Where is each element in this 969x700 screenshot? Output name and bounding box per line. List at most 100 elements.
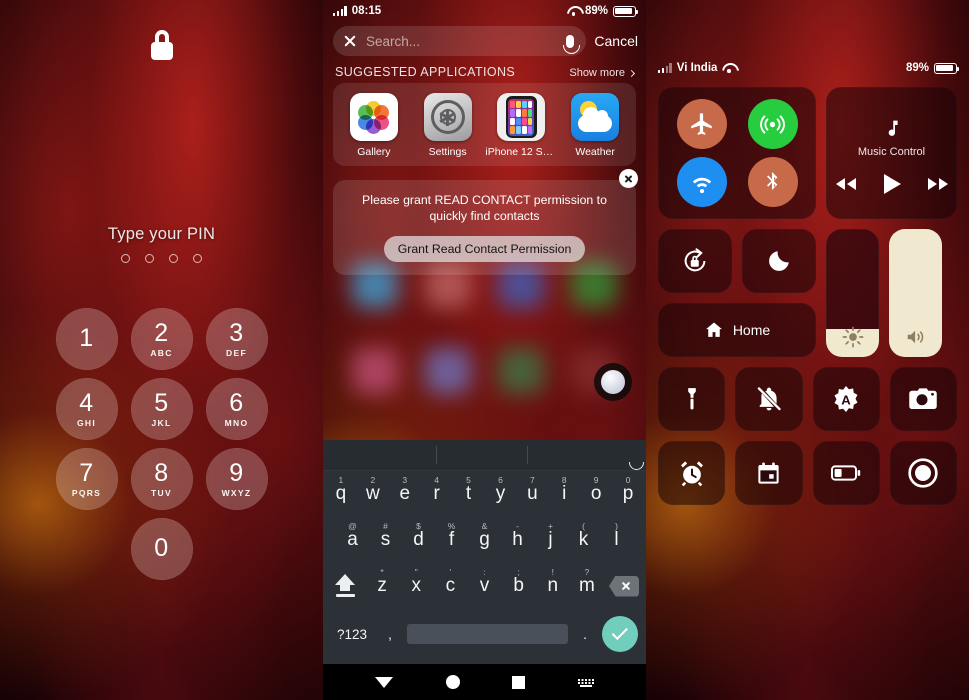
comma-key[interactable]: , <box>377 627 403 642</box>
key-q[interactable]: 1q <box>325 475 357 512</box>
app-item-gallery[interactable]: Gallery <box>337 93 411 158</box>
key-alt: ) <box>615 521 618 531</box>
auto-brightness-toggle[interactable]: A <box>812 367 880 431</box>
status-time: 08:15 <box>351 5 382 17</box>
mobile-data-toggle[interactable] <box>747 99 798 149</box>
show-more-button[interactable]: Show more <box>569 67 636 79</box>
pin-dots <box>0 254 323 263</box>
keypad-key-9[interactable]: 9 WXYZ <box>205 448 268 510</box>
cancel-button[interactable]: Cancel <box>594 33 638 49</box>
fast-forward-icon[interactable] <box>926 176 950 192</box>
key-u[interactable]: 7u <box>516 475 548 512</box>
microphone-icon[interactable] <box>632 448 634 466</box>
wifi-toggle[interactable] <box>676 157 727 207</box>
key-m[interactable]: ? m <box>570 567 604 604</box>
nav-recents-icon[interactable] <box>512 675 526 689</box>
alarm-shortcut[interactable] <box>658 441 726 505</box>
shift-icon[interactable] <box>325 574 365 598</box>
nav-keyboard-icon[interactable] <box>577 677 594 688</box>
key-h[interactable]: -h <box>501 521 534 558</box>
nav-home-icon[interactable] <box>445 675 460 689</box>
keypad-key-8[interactable]: 8 TUV <box>130 448 193 510</box>
key-n[interactable]: ! n <box>536 567 570 604</box>
keypad-key-7[interactable]: 7 PQRS <box>55 448 118 510</box>
volume-slider[interactable] <box>889 229 942 357</box>
play-icon[interactable] <box>881 172 903 196</box>
rewind-icon[interactable] <box>834 176 858 192</box>
key-letters: ABC <box>150 347 173 358</box>
close-circle-icon[interactable] <box>619 169 638 188</box>
airplane-mode-toggle[interactable] <box>676 99 727 149</box>
keypad-key-1[interactable]: 1 <box>55 308 118 370</box>
battery-saver-toggle[interactable] <box>812 441 880 505</box>
check-enter-icon[interactable] <box>602 616 638 652</box>
key-alt: * <box>380 567 384 577</box>
app-item-settings[interactable]: Settings <box>411 93 485 158</box>
key-z[interactable]: * z <box>365 567 399 604</box>
screen-record-toggle[interactable] <box>889 441 957 505</box>
key-alt: 4 <box>434 475 440 485</box>
keyboard-suggestion-bar[interactable] <box>323 440 646 471</box>
key-p[interactable]: 0p <box>612 475 644 512</box>
brightness-slider[interactable] <box>826 229 879 357</box>
keypad-key-5[interactable]: 5 JKL <box>130 378 193 440</box>
grant-permission-button[interactable]: Grant Read Contact Permission <box>383 235 586 262</box>
key-x[interactable]: " x <box>399 567 433 604</box>
key-label: q <box>335 483 347 504</box>
nav-back-icon[interactable] <box>375 676 394 688</box>
space-key[interactable] <box>407 624 568 644</box>
key-label: s <box>380 529 391 550</box>
key-alt: ( <box>582 521 585 531</box>
key-alt: " <box>414 567 418 577</box>
key-d[interactable]: $ d <box>402 521 435 558</box>
wifi-icon <box>722 63 735 73</box>
key-b[interactable]: ; b <box>502 567 536 604</box>
key-v[interactable]: :v <box>467 567 501 604</box>
key-j[interactable]: + j <box>534 521 567 558</box>
key-f[interactable]: % f <box>435 521 468 558</box>
key-c[interactable]: ' c <box>433 567 467 604</box>
key-t[interactable]: 5t <box>453 475 485 512</box>
app-item-weather[interactable]: Weather <box>558 93 632 158</box>
symbols-key[interactable]: ?123 <box>331 627 373 642</box>
key-r[interactable]: 4r <box>421 475 453 512</box>
key-o[interactable]: 9o <box>580 475 612 512</box>
key-letters: PQRS <box>71 487 102 498</box>
keypad-key-6[interactable]: 6 MNO <box>205 378 268 440</box>
flashlight-toggle[interactable] <box>658 367 726 431</box>
key-k[interactable]: (k <box>567 521 600 558</box>
bluetooth-toggle[interactable] <box>747 157 798 207</box>
rotation-lock-toggle[interactable] <box>658 229 732 293</box>
pin-keypad: 1 2 ABC 3 DEF 4 GHI 5 JKL 6 MNO 7 PQRS 8… <box>0 308 323 580</box>
calendar-shortcut[interactable] <box>735 441 803 505</box>
key-a[interactable]: @ a <box>336 521 369 558</box>
keypad-key-0[interactable]: 0 <box>130 518 193 580</box>
key-i[interactable]: 8i <box>548 475 580 512</box>
key-s[interactable]: # s <box>369 521 402 558</box>
key-label: m <box>579 575 595 596</box>
key-e[interactable]: 3e <box>389 475 421 512</box>
keypad-key-4[interactable]: 4 GHI <box>55 378 118 440</box>
music-note-icon <box>888 120 898 136</box>
app-label: iPhone 12 Setti... <box>485 146 558 158</box>
pin-dot <box>121 254 130 263</box>
close-x-icon[interactable] <box>343 34 357 48</box>
app-item-iphone-settings[interactable]: iPhone 12 Setti... <box>485 93 559 158</box>
microphone-icon[interactable] <box>562 34 580 54</box>
home-tile[interactable]: Home <box>658 303 816 357</box>
mute-toggle[interactable] <box>735 367 803 431</box>
camera-shortcut[interactable] <box>889 367 957 431</box>
key-letters: DEF <box>226 347 247 358</box>
key-y[interactable]: 6y <box>485 475 517 512</box>
do-not-disturb-toggle[interactable] <box>742 229 816 293</box>
assistive-touch-button[interactable] <box>594 363 632 401</box>
keypad-key-3[interactable]: 3 DEF <box>205 308 268 370</box>
key-letters: WXYZ <box>221 487 252 498</box>
backspace-icon[interactable] <box>604 575 644 597</box>
key-l[interactable]: ) l <box>600 521 633 558</box>
period-key[interactable]: . <box>572 627 598 642</box>
keypad-key-2[interactable]: 2 ABC <box>130 308 193 370</box>
search-input[interactable]: Search... <box>333 26 587 56</box>
key-w[interactable]: 2w <box>357 475 389 512</box>
key-g[interactable]: & g <box>468 521 501 558</box>
